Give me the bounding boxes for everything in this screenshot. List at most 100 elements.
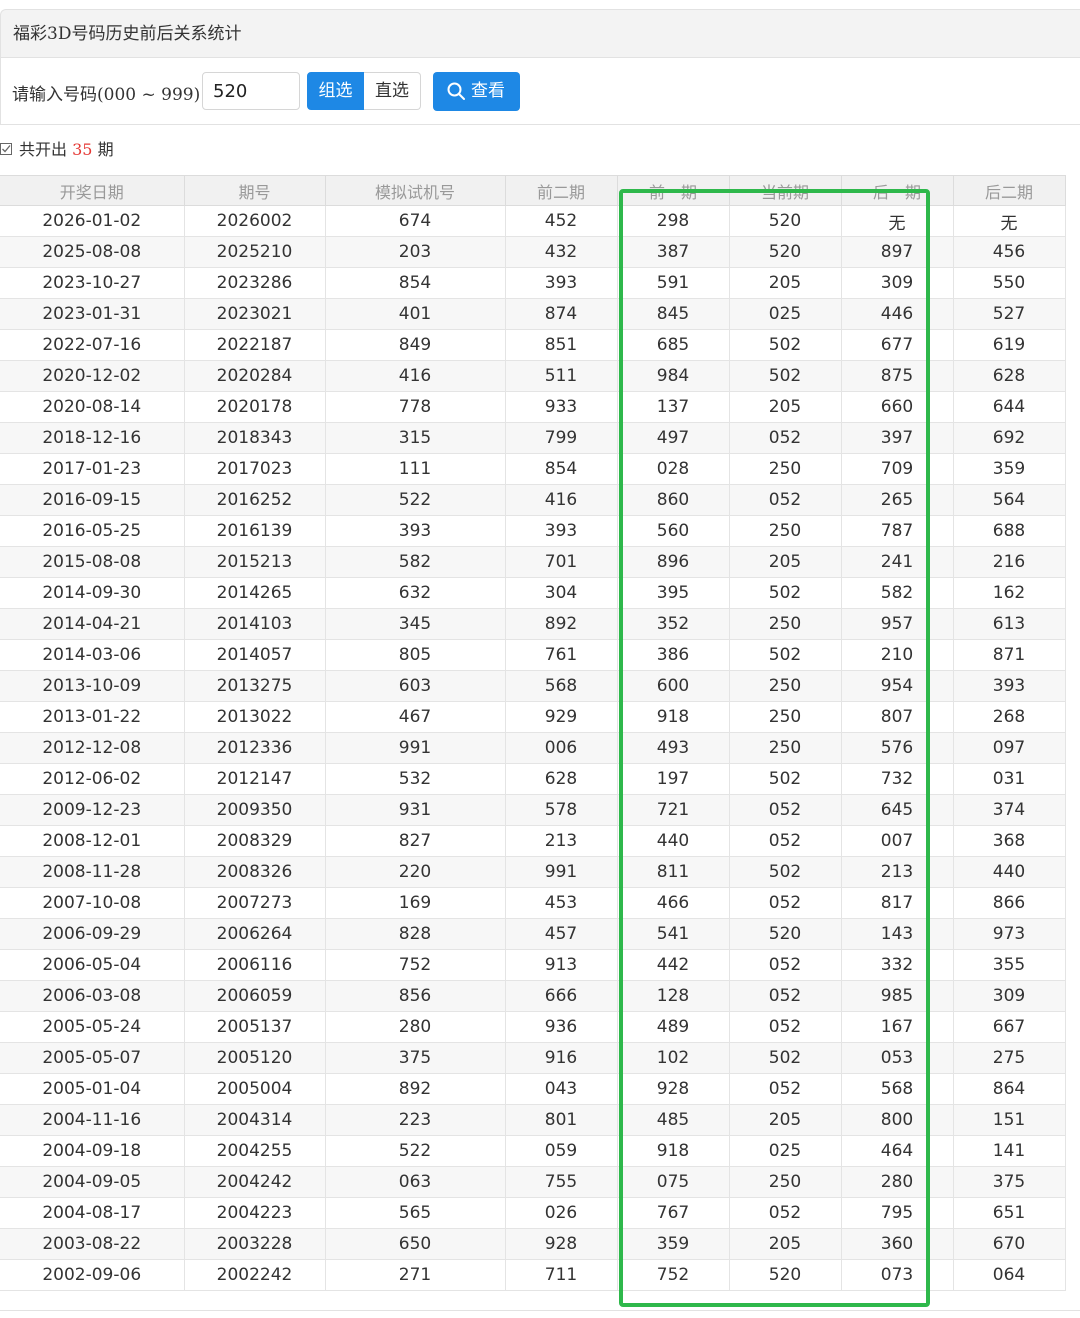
table-cell: 565 <box>325 1197 506 1229</box>
table-row: 2012-06-02 2012147 532 628 197 502 732 031 <box>0 763 1066 795</box>
table-cell: 028 <box>617 453 730 485</box>
column-header[interactable]: 当前期 <box>729 175 842 206</box>
table-cell: 752 <box>325 949 506 981</box>
table-cell: 143 <box>841 918 954 950</box>
table-cell: 250 <box>729 670 842 702</box>
table-cell: 2023-01-31 <box>0 298 185 330</box>
table-cell: 701 <box>505 546 618 578</box>
table-cell: 628 <box>953 360 1066 392</box>
table-cell: 2013-01-22 <box>0 701 185 733</box>
column-header[interactable]: 前一期 <box>617 175 730 206</box>
table-cell: 007 <box>841 825 954 857</box>
table-cell: 2020-12-02 <box>0 360 185 392</box>
table-cell: 2012147 <box>184 763 326 795</box>
table-cell: 568 <box>841 1073 954 1105</box>
table-cell: 043 <box>505 1073 618 1105</box>
table-cell: 393 <box>505 267 618 299</box>
table-cell: 250 <box>729 453 842 485</box>
table-row: 2004-09-18 2004255 522 059 918 025 464 141 <box>0 1135 1066 1167</box>
table-cell: 799 <box>505 422 618 454</box>
table-cell: 892 <box>325 1073 506 1105</box>
column-header[interactable]: 开奖日期 <box>0 175 185 206</box>
table-cell: 355 <box>953 949 1066 981</box>
table-cell: 856 <box>325 980 506 1012</box>
table-cell: 268 <box>953 701 1066 733</box>
table-cell: 511 <box>505 360 618 392</box>
table-cell: 332 <box>841 949 954 981</box>
table-cell: 2013275 <box>184 670 326 702</box>
table-cell: 442 <box>617 949 730 981</box>
table-cell: 2014-04-21 <box>0 608 185 640</box>
table-cell: 2007-10-08 <box>0 887 185 919</box>
table-cell: 688 <box>953 515 1066 547</box>
table-cell: 875 <box>841 360 954 392</box>
table-cell: 520 <box>729 918 842 950</box>
table-cell: 632 <box>325 577 506 609</box>
table-row: 2023-10-27 2023286 854 393 591 205 309 550 <box>0 267 1066 299</box>
table-cell: 928 <box>617 1073 730 1105</box>
table-cell: 502 <box>729 577 842 609</box>
table-cell: 386 <box>617 639 730 671</box>
table-cell: 603 <box>325 670 506 702</box>
table-cell: 502 <box>729 329 842 361</box>
column-header[interactable]: 期号 <box>184 175 326 206</box>
table-cell: 2020284 <box>184 360 326 392</box>
table-cell: 2016-05-25 <box>0 515 185 547</box>
history-table: 开奖日期 期号 模拟试机号 前二期 前一期 当前期 后一期 后二期 2026-01-02 202… <box>0 175 1066 1291</box>
view-button[interactable]: 查看 <box>433 72 520 111</box>
table-cell: 860 <box>617 484 730 516</box>
table-cell: 991 <box>325 732 506 764</box>
table-cell: 2014057 <box>184 639 326 671</box>
column-header[interactable]: 模拟试机号 <box>325 175 506 206</box>
table-row: 2006-03-08 2006059 856 666 128 052 985 309 <box>0 980 1066 1012</box>
table-cell: 031 <box>953 763 1066 795</box>
table-cell: 2012-12-08 <box>0 732 185 764</box>
table-cell: 467 <box>325 701 506 733</box>
table-cell: 203 <box>325 236 506 268</box>
table-cell: 213 <box>505 825 618 857</box>
table-cell: 582 <box>841 577 954 609</box>
table-cell: 059 <box>505 1135 618 1167</box>
table-cell: 795 <box>841 1197 954 1229</box>
table-cell: 827 <box>325 825 506 857</box>
table-row: 2003-08-22 2003228 650 928 359 205 360 670 <box>0 1228 1066 1260</box>
table-cell: 801 <box>505 1104 618 1136</box>
table-cell: 167 <box>841 1011 954 1043</box>
table-cell: 250 <box>729 515 842 547</box>
table-cell: 2006116 <box>184 949 326 981</box>
table-cell: 651 <box>953 1197 1066 1229</box>
table-cell: 151 <box>953 1104 1066 1136</box>
table-cell: 954 <box>841 670 954 702</box>
table-cell: 453 <box>505 887 618 919</box>
table-cell: 2023-10-27 <box>0 267 185 299</box>
table-cell: 052 <box>729 887 842 919</box>
table-row: 2007-10-08 2007273 169 453 466 052 817 866 <box>0 887 1066 919</box>
table-cell: 446 <box>841 298 954 330</box>
table-cell: 250 <box>729 701 842 733</box>
table-row: 2020-12-02 2020284 416 511 984 502 875 628 <box>0 360 1066 392</box>
table-row: 2017-01-23 2017023 111 854 028 250 709 359 <box>0 453 1066 485</box>
table-cell: 298 <box>617 205 730 237</box>
table-cell: 2022187 <box>184 329 326 361</box>
table-cell: 677 <box>841 329 954 361</box>
table-cell: 241 <box>841 546 954 578</box>
table-cell: 375 <box>325 1042 506 1074</box>
table-cell: 205 <box>729 546 842 578</box>
group-select-button[interactable]: 组选 <box>307 72 364 110</box>
table-cell: 309 <box>841 267 954 299</box>
table-cell: 892 <box>505 608 618 640</box>
table-cell: 849 <box>325 329 506 361</box>
table-cell: 2013-10-09 <box>0 670 185 702</box>
direct-select-button[interactable]: 直选 <box>364 72 421 110</box>
table-row: 2005-05-07 2005120 375 916 102 502 053 275 <box>0 1042 1066 1074</box>
table-cell: 520 <box>729 205 842 237</box>
number-input[interactable] <box>202 72 300 110</box>
column-header[interactable]: 前二期 <box>505 175 618 206</box>
table-cell: 2004-09-05 <box>0 1166 185 1198</box>
table-cell: 2002242 <box>184 1259 326 1291</box>
table-cell: 464 <box>841 1135 954 1167</box>
column-header[interactable]: 后一期 <box>841 175 954 206</box>
column-header[interactable]: 后二期 <box>953 175 1066 206</box>
table-cell: 456 <box>953 236 1066 268</box>
table-cell: 416 <box>325 360 506 392</box>
